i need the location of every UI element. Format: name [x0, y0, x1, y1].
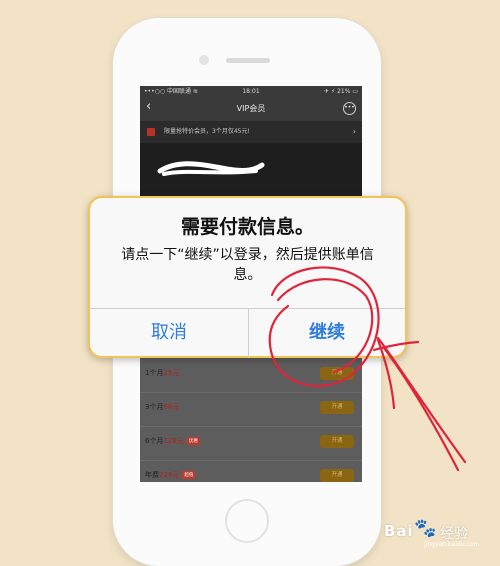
alert-message: 请点一下“继续”以登录，然后提供账单信息。 — [121, 247, 374, 283]
redacted-username — [157, 161, 265, 176]
list-item[interactable]: 6个月128元 优惠 开通 — [140, 426, 362, 461]
list-item[interactable]: 3个月68元 开通 — [140, 392, 362, 427]
baidu-jingyan-watermark: Bai 🐾 经验 jingyan.baidu.com — [384, 514, 496, 550]
chevron-right-icon: › — [352, 127, 356, 136]
earpiece-speaker — [226, 58, 270, 63]
price-label: 3个月68元 — [145, 403, 180, 411]
battery-indicator: ✈ ⚡ 21% ▭ — [324, 88, 358, 95]
price-label: 年费228元 超值 — [145, 471, 196, 479]
price-label: 1个月25元 — [145, 369, 180, 377]
list-item[interactable]: 1个月25元 开通 — [140, 358, 362, 393]
price-label: 6个月128元 优惠 — [145, 437, 200, 445]
home-button[interactable] — [225, 499, 269, 543]
payment-alert-dialog: 需要付款信息。 请点一下“继续”以登录，然后提供账单信息。 取消 继续 — [88, 196, 407, 358]
discount-badge: 优惠 — [186, 437, 200, 445]
watermark-url: jingyan.baidu.com — [424, 541, 480, 548]
user-banner — [140, 143, 362, 198]
alert-title: 需要付款信息。 — [180, 216, 314, 238]
more-icon[interactable]: ••• — [343, 102, 356, 115]
status-bar: •••○○ 中国联通 ≋ 18:01 ✈ ⚡ 21% ▭ — [140, 86, 362, 97]
front-camera — [199, 55, 209, 65]
list-item[interactable]: 年费228元 超值 开通 — [140, 460, 362, 482]
open-button[interactable]: 开通 — [320, 401, 354, 414]
open-button[interactable]: 开通 — [320, 435, 354, 448]
watermark-subtitle: 经验 — [440, 526, 468, 542]
page-title: VIP会员 — [236, 104, 266, 113]
nav-bar: ‹ VIP会员 ••• — [140, 97, 362, 121]
value-badge: 超值 — [182, 471, 196, 479]
promo-banner[interactable]: 限量抢特价会员，3个月仅45元! › — [140, 121, 362, 143]
cancel-button[interactable]: 取消 — [90, 309, 248, 357]
promo-text: 限量抢特价会员，3个月仅45元! — [164, 128, 250, 135]
open-button[interactable]: 开通 — [320, 367, 354, 380]
continue-button[interactable]: 继续 — [249, 309, 405, 357]
gift-icon — [147, 128, 155, 136]
paw-icon: 🐾 — [414, 518, 437, 539]
watermark-brand: Bai — [384, 522, 414, 540]
open-button[interactable]: 开通 — [320, 469, 354, 482]
